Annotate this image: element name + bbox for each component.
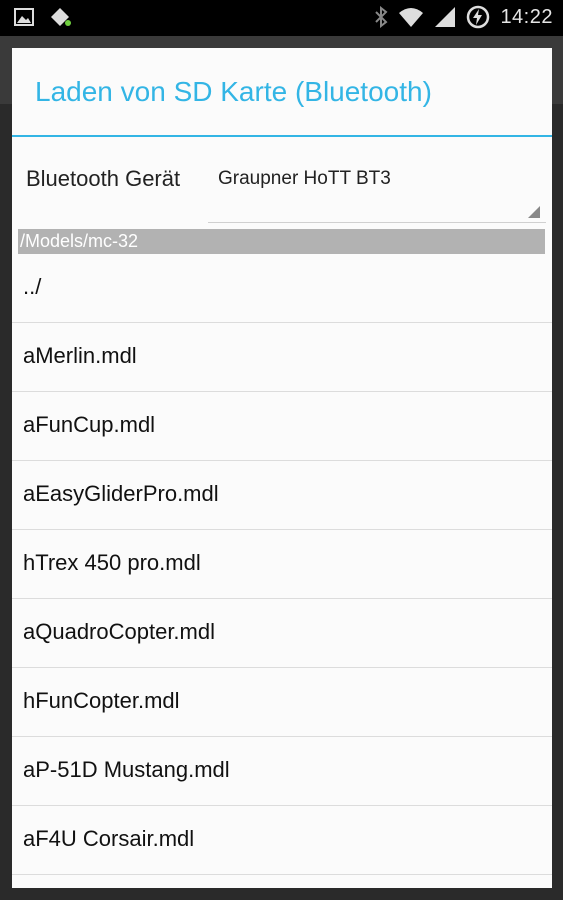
device-label: Bluetooth Gerät xyxy=(26,166,181,191)
list-item-parent-dir[interactable]: ../ xyxy=(12,254,552,323)
list-item-label: aMerlin.mdl xyxy=(23,343,137,368)
device-row: Bluetooth Gerät Graupner HoTT BT3 xyxy=(12,140,552,228)
android-debug-icon xyxy=(50,7,72,27)
dialog-title: Laden von SD Karte (Bluetooth) xyxy=(35,76,432,107)
load-dialog: Laden von SD Karte (Bluetooth) Bluetooth… xyxy=(12,48,552,888)
device-spinner[interactable]: Graupner HoTT BT3 xyxy=(208,158,546,223)
list-item-label: hFunCopter.mdl xyxy=(23,688,180,713)
current-path: /Models/mc-32 xyxy=(18,229,545,254)
list-item-label: aQuadroCopter.mdl xyxy=(23,619,215,644)
device-spinner-value: Graupner HoTT BT3 xyxy=(218,168,391,189)
wifi-icon xyxy=(398,6,424,28)
list-item-label: aEasyGliderPro.mdl xyxy=(23,481,219,506)
list-item[interactable]: hFunCopter.mdl xyxy=(12,668,552,737)
list-item[interactable]: aF4U Corsair.mdl xyxy=(12,806,552,875)
bluetooth-icon xyxy=(374,6,388,28)
list-item-label: aFunCup.mdl xyxy=(23,412,156,437)
list-item[interactable]: aFunCup.mdl xyxy=(12,392,552,461)
list-item[interactable]: aQuadroCopter.mdl xyxy=(12,599,552,668)
file-list: ../ aMerlin.mdl aFunCup.mdl aEasyGliderP… xyxy=(12,254,552,875)
signal-icon xyxy=(434,6,456,28)
status-time: 14:22 xyxy=(500,5,553,28)
status-bar: 14:22 xyxy=(0,0,563,36)
battery-charging-icon xyxy=(466,5,490,29)
picture-icon xyxy=(14,8,34,26)
spinner-arrow-icon xyxy=(528,206,540,218)
status-left-icons xyxy=(14,7,72,27)
list-item-label: ../ xyxy=(23,274,42,299)
list-item-label: aF4U Corsair.mdl xyxy=(23,826,195,851)
list-item-label: aP-51D Mustang.mdl xyxy=(23,757,230,782)
list-item[interactable]: aMerlin.mdl xyxy=(12,323,552,392)
dialog-title-bar: Laden von SD Karte (Bluetooth) xyxy=(12,48,552,137)
list-item[interactable]: aEasyGliderPro.mdl xyxy=(12,461,552,530)
list-item[interactable]: hTrex 450 pro.mdl xyxy=(12,530,552,599)
status-right-icons: 14:22 xyxy=(374,5,553,29)
list-item[interactable]: aP-51D Mustang.mdl xyxy=(12,737,552,806)
list-item-label: hTrex 450 pro.mdl xyxy=(23,550,201,575)
